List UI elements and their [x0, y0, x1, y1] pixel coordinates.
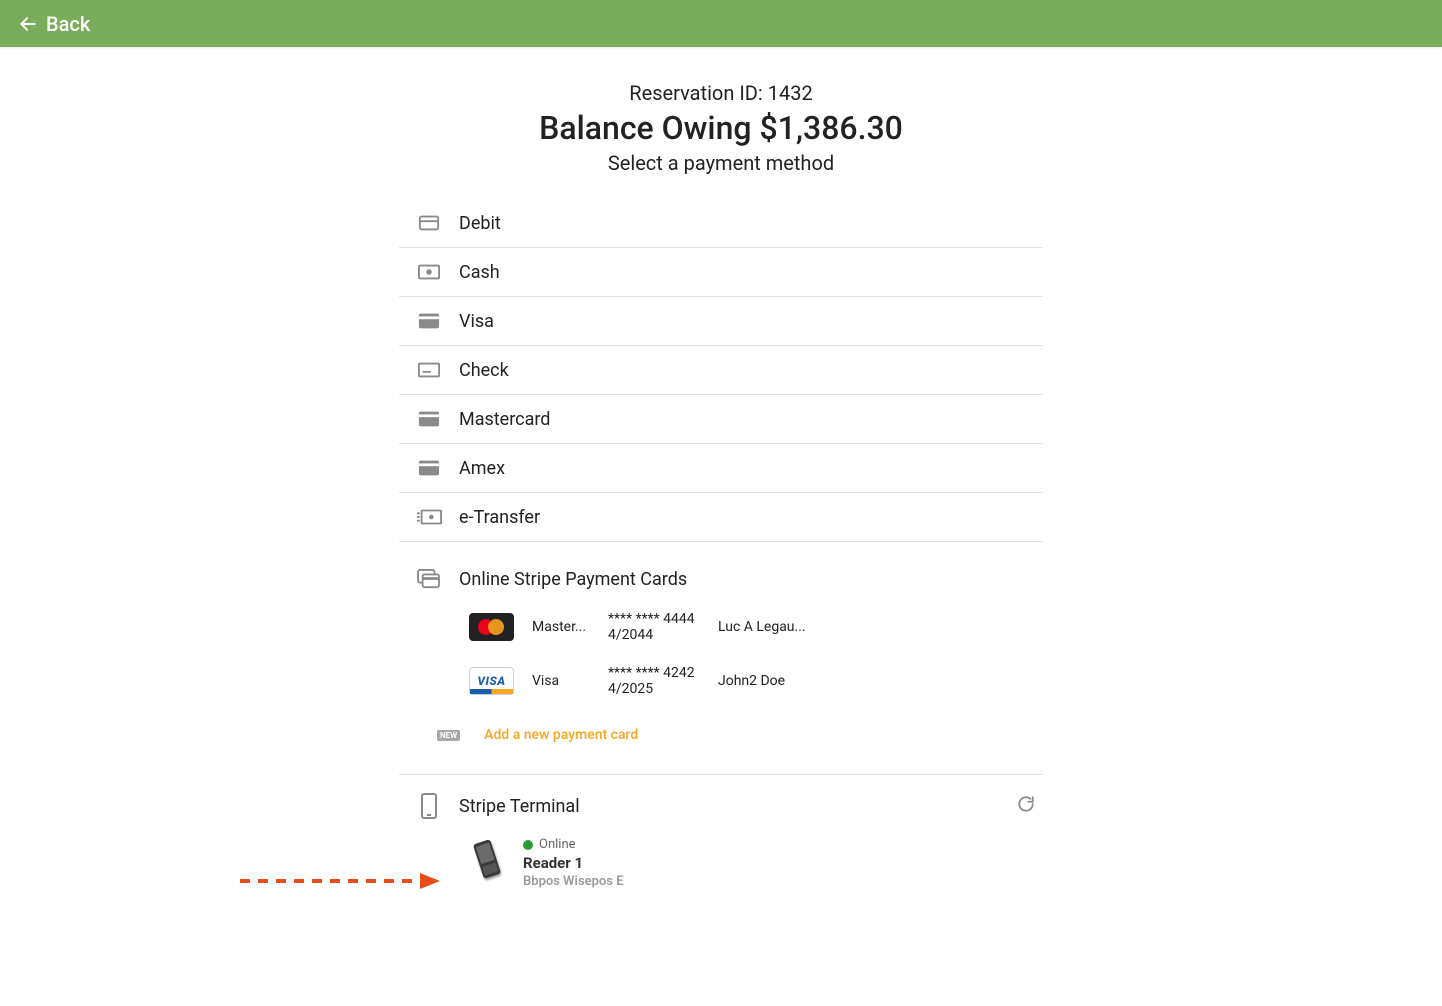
terminal-reader[interactable]: Online Reader 1 Bbpos Wisepos E: [399, 837, 1043, 929]
credit-card-icon: [399, 312, 459, 330]
stripe-section-heading: Online Stripe Payment Cards: [459, 569, 687, 590]
add-card-label: Add a new payment card: [484, 727, 638, 743]
method-cash[interactable]: Cash: [399, 248, 1043, 297]
saved-cards-list: Master... **** **** 4444 4/2044 Luc A Le…: [399, 600, 1043, 708]
method-amex[interactable]: Amex: [399, 444, 1043, 493]
reader-status-text: Online: [539, 837, 576, 852]
card-number-expiry: **** **** 4242 4/2025: [608, 665, 700, 697]
arrow-left-icon: [18, 14, 38, 34]
payment-method-list: Debit Cash Visa Check: [399, 199, 1043, 929]
card-brand: Master...: [532, 619, 590, 635]
method-label: Check: [459, 360, 509, 381]
status-dot-online-icon: [523, 840, 533, 850]
title-block: Reservation ID: 1432 Balance Owing $1,38…: [0, 81, 1442, 175]
method-mastercard[interactable]: Mastercard: [399, 395, 1043, 444]
card-brand: Visa: [532, 673, 590, 689]
visa-logo-icon: VISA: [469, 667, 514, 695]
method-label: Mastercard: [459, 409, 550, 430]
back-button[interactable]: Back: [18, 12, 90, 36]
method-check[interactable]: Check: [399, 346, 1043, 395]
refresh-button[interactable]: [1017, 795, 1035, 817]
reader-device-icon: [469, 837, 505, 881]
card-expiry: 4/2025: [608, 681, 700, 697]
cardholder-name: John2 Doe: [718, 673, 785, 689]
balance-line: Balance Owing $1,386.30: [0, 109, 1442, 147]
method-label: Visa: [459, 311, 494, 332]
balance-amount: $1,386.30: [759, 109, 902, 147]
reader-status: Online: [523, 837, 624, 852]
saved-cards-icon: [399, 569, 459, 589]
stripe-saved-cards-header: Online Stripe Payment Cards: [399, 542, 1043, 600]
saved-card-row[interactable]: VISA Visa **** **** 4242 4/2025 John2 Do…: [469, 654, 1043, 708]
cardholder-name: Luc A Legau...: [718, 619, 806, 635]
method-label: Cash: [459, 262, 500, 283]
saved-card-row[interactable]: Master... **** **** 4444 4/2044 Luc A Le…: [469, 600, 1043, 654]
stripe-terminal-header: Stripe Terminal: [399, 775, 1043, 837]
mastercard-logo-icon: [469, 613, 514, 641]
terminal-icon: [399, 793, 459, 819]
debit-card-icon: [399, 212, 459, 234]
new-badge-icon: NEW: [437, 730, 460, 741]
etransfer-icon: [399, 509, 459, 525]
method-etransfer[interactable]: e-Transfer: [399, 493, 1043, 542]
balance-prefix: Balance Owing: [539, 109, 759, 147]
card-number: **** **** 4242: [608, 665, 700, 681]
credit-card-icon: [399, 459, 459, 477]
back-label: Back: [46, 12, 90, 36]
reservation-line: Reservation ID: 1432: [0, 81, 1442, 105]
method-visa[interactable]: Visa: [399, 297, 1043, 346]
method-label: Debit: [459, 213, 501, 234]
card-number-expiry: **** **** 4444 4/2044: [608, 611, 700, 643]
cash-icon: [399, 264, 459, 280]
card-number: **** **** 4444: [608, 611, 700, 627]
method-debit[interactable]: Debit: [399, 199, 1043, 248]
reservation-prefix: Reservation ID:: [629, 81, 767, 105]
header-bar: Back: [0, 0, 1442, 47]
check-icon: [399, 362, 459, 378]
reader-info: Online Reader 1 Bbpos Wisepos E: [523, 837, 624, 889]
credit-card-icon: [399, 410, 459, 428]
subtitle: Select a payment method: [0, 151, 1442, 175]
method-label: e-Transfer: [459, 507, 540, 528]
reservation-id: 1432: [768, 81, 813, 105]
add-new-card-button[interactable]: NEW Add a new payment card: [399, 708, 1043, 762]
reader-model: Bbpos Wisepos E: [523, 874, 624, 889]
terminal-section-heading: Stripe Terminal: [459, 796, 580, 817]
card-expiry: 4/2044: [608, 627, 700, 643]
page-content: Reservation ID: 1432 Balance Owing $1,38…: [0, 47, 1442, 929]
reader-name: Reader 1: [523, 854, 624, 872]
method-label: Amex: [459, 458, 505, 479]
